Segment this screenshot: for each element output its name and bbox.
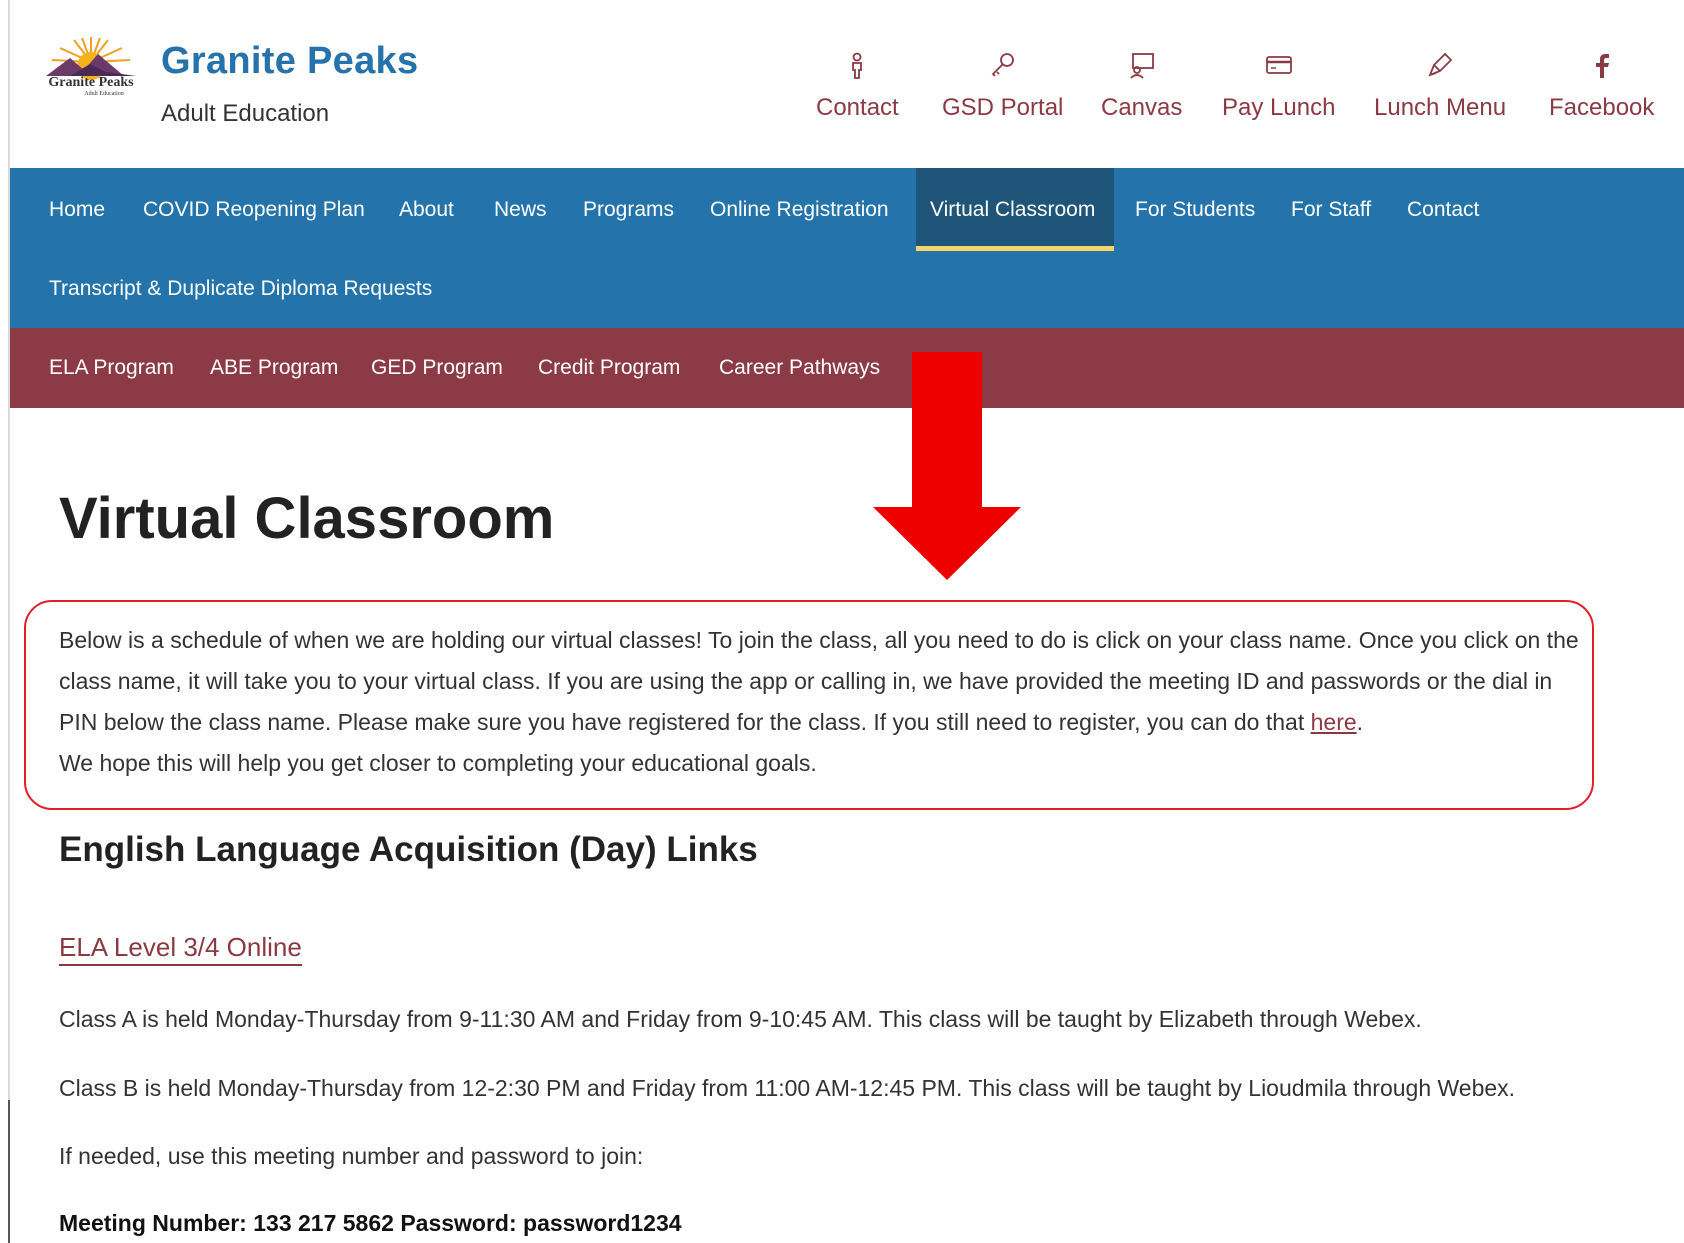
utility-link-gsd-portal[interactable]: GSD Portal	[942, 50, 1063, 122]
utility-link-facebook[interactable]: Facebook	[1549, 50, 1654, 122]
nav-item-about[interactable]: About	[399, 198, 454, 222]
annotation-arrow	[873, 352, 1021, 580]
class-a-schedule: Class A is held Monday-Thursday from 9-1…	[59, 1006, 1422, 1032]
nav-item-covid-reopening-plan[interactable]: COVID Reopening Plan	[143, 198, 365, 222]
svg-text:Granite Peaks: Granite Peaks	[48, 75, 134, 90]
intro-paragraph: Below is a schedule of when we are holdi…	[59, 627, 1579, 776]
subnav-item-ela-program[interactable]: ELA Program	[49, 356, 174, 380]
register-here-link[interactable]: here	[1311, 709, 1357, 735]
page-title: Virtual Classroom	[59, 486, 555, 551]
meeting-credentials: Meeting Number: 133 217 5862 Password: p…	[59, 1210, 682, 1236]
credit-card-icon	[1265, 56, 1292, 74]
subnav-item-career-pathways[interactable]: Career Pathways	[719, 356, 880, 380]
nav-item-contact[interactable]: Contact	[1407, 198, 1479, 222]
nav-item-for-students[interactable]: For Students	[1135, 198, 1255, 222]
program-subnav: ELA Program ABE Program GED Program Cred…	[10, 328, 1684, 408]
school-logo[interactable]: Granite Peaks Adult Education	[32, 32, 150, 112]
presentation-icon	[1130, 53, 1154, 79]
meeting-instructions: If needed, use this meeting number and p…	[59, 1143, 644, 1169]
nav-item-for-staff[interactable]: For Staff	[1291, 198, 1371, 222]
nav-item-virtual-classroom[interactable]: Virtual Classroom	[930, 198, 1095, 222]
svg-text:Adult Education: Adult Education	[84, 91, 124, 97]
nav-item-programs[interactable]: Programs	[583, 198, 674, 222]
subnav-item-abe-program[interactable]: ABE Program	[210, 356, 338, 380]
nav-item-transcript-requests[interactable]: Transcript & Duplicate Diploma Requests	[49, 277, 432, 301]
class-b-schedule: Class B is held Monday-Thursday from 12-…	[59, 1075, 1516, 1101]
class-link-ela-level-3-4[interactable]: ELA Level 3/4 Online	[59, 930, 302, 966]
subnav-item-credit-program[interactable]: Credit Program	[538, 356, 680, 380]
nav-item-online-registration[interactable]: Online Registration	[710, 198, 889, 222]
utility-link-canvas[interactable]: Canvas	[1101, 50, 1182, 122]
site-header: Granite Peaks Adult Education Granite Pe…	[10, 0, 1684, 168]
subnav-item-ged-program[interactable]: GED Program	[371, 356, 503, 380]
utility-link-pay-lunch[interactable]: Pay Lunch	[1222, 50, 1335, 122]
facebook-icon	[1595, 54, 1609, 78]
pen-icon	[1428, 52, 1453, 77]
nav-item-news[interactable]: News	[494, 198, 547, 222]
left-border-dark	[8, 1100, 10, 1243]
utility-link-contact[interactable]: Contact	[816, 50, 899, 122]
site-subtitle: Adult Education	[161, 100, 330, 127]
utility-link-lunch-menu[interactable]: Lunch Menu	[1374, 50, 1506, 122]
key-icon	[991, 53, 1014, 77]
main-navigation: Home COVID Reopening Plan About News Pro…	[10, 168, 1684, 328]
site-title[interactable]: Granite Peaks	[161, 40, 418, 83]
section-heading: English Language Acquisition (Day) Links	[59, 830, 758, 869]
person-icon	[852, 52, 863, 79]
nav-item-home[interactable]: Home	[49, 198, 105, 222]
